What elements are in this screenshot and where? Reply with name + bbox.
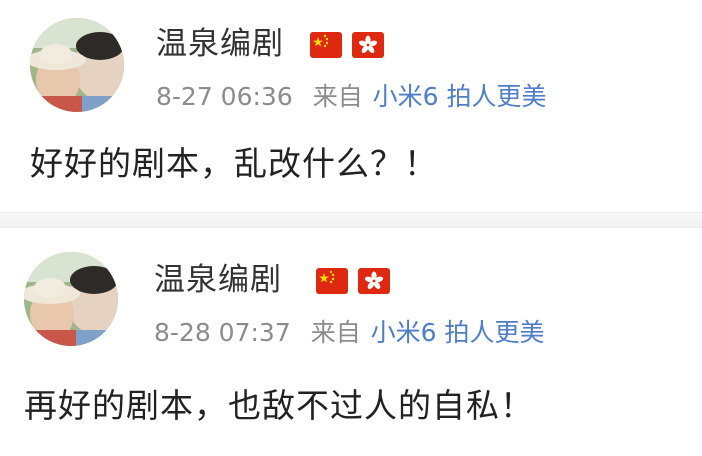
post-meta: 8-27 06:36 来自 小米6 拍人更美	[156, 82, 547, 112]
avatar[interactable]	[24, 252, 118, 346]
china-flag-icon	[316, 268, 348, 294]
post-content: 好好的剧本，乱改什么？！	[30, 144, 438, 183]
post-meta: 8-28 07:37 来自 小米6 拍人更美	[154, 318, 545, 348]
hong-kong-flag-icon	[358, 268, 390, 294]
china-flag-icon	[310, 32, 342, 58]
avatar-photo-icon	[30, 18, 124, 112]
source-prefix: 来自	[312, 82, 363, 111]
hong-kong-flag-icon	[352, 32, 384, 58]
user-badges	[310, 32, 384, 58]
device-source-link[interactable]: 小米6 拍人更美	[371, 318, 545, 347]
post-card: 温泉编剧	[0, 0, 702, 212]
divider	[0, 212, 702, 228]
device-source-link[interactable]: 小米6 拍人更美	[373, 82, 547, 111]
avatar-photo-icon	[24, 252, 118, 346]
timestamp: 8-28 07:37	[154, 318, 291, 347]
username[interactable]: 温泉编剧	[156, 26, 284, 62]
avatar[interactable]	[30, 18, 124, 112]
post-content: 再好的剧本，也敌不过人的自私！	[24, 386, 534, 425]
timestamp: 8-27 06:36	[156, 82, 293, 111]
weibo-comment-screenshot: 温泉编剧 8-27 06:36 来自 小米6 拍人更美 好好的剧本，乱改什么？！…	[0, 0, 702, 456]
username[interactable]: 温泉编剧	[154, 262, 282, 298]
user-badges	[316, 268, 390, 294]
source-prefix: 来自	[310, 318, 361, 347]
post-card: 温泉编剧	[0, 228, 702, 456]
